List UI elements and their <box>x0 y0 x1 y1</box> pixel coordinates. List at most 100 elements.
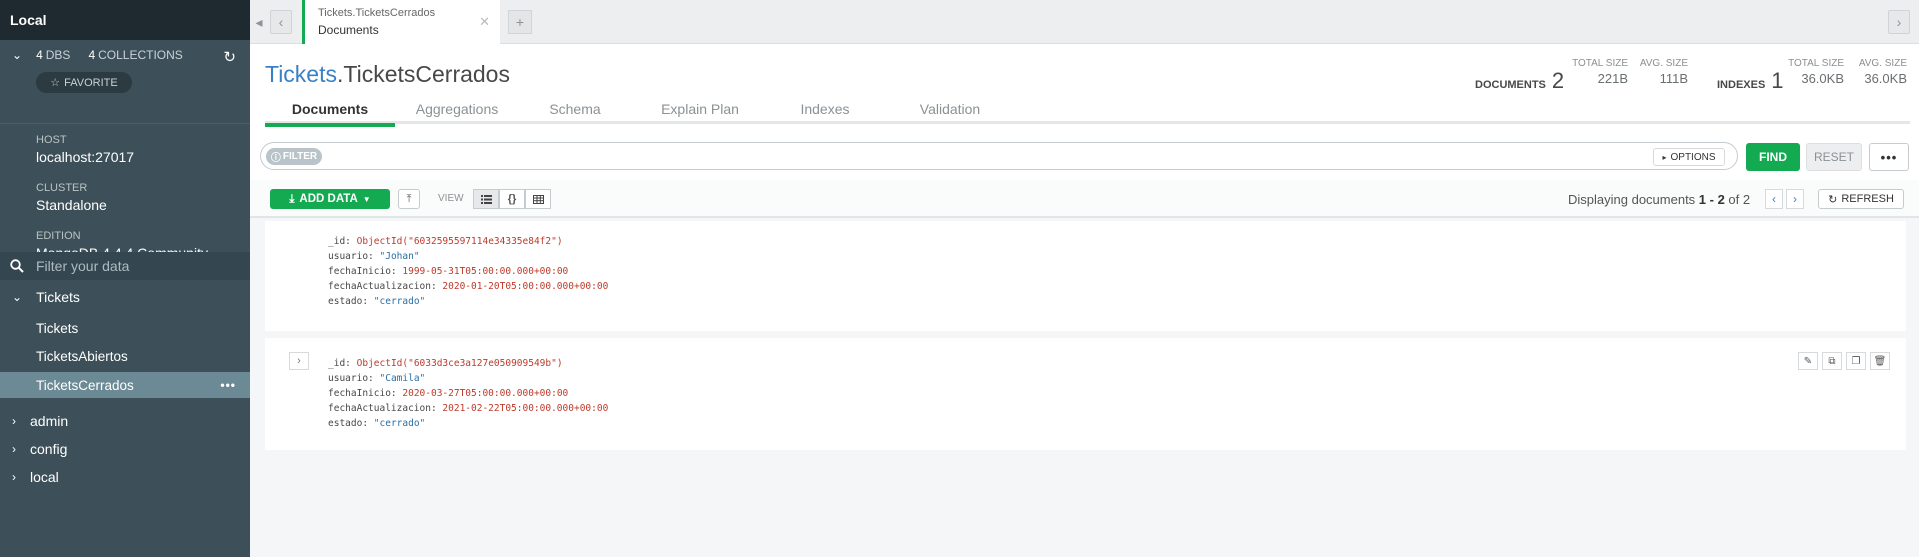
chevron-right-icon: › <box>12 414 16 428</box>
close-icon[interactable]: ✕ <box>479 14 490 30</box>
collection-tabs: Documents Aggregations Schema Explain Pl… <box>265 94 1910 127</box>
db-name: admin <box>30 413 69 429</box>
instance-info: HOST localhost:27017 CLUSTER Standalone … <box>0 124 250 261</box>
document-actions: ✎ ⧉ ❐ 🗑 <box>1798 352 1890 370</box>
sidebar-collection-ticketscerrados[interactable]: TicketsCerrados ••• <box>0 372 250 398</box>
tab-subtitle: Documents <box>318 23 379 37</box>
table-icon <box>532 194 544 204</box>
host-label: HOST <box>36 134 67 146</box>
document-card[interactable]: _id: ObjectId("6032595597114e34335e84f2"… <box>265 221 1906 331</box>
collections-label: COLLECTIONS <box>98 48 183 62</box>
pencil-icon: ✎ <box>1803 355 1813 367</box>
add-data-button[interactable]: ⤓ ADD DATA ▼ <box>270 189 390 209</box>
tab-tickets-ticketscerrados[interactable]: Tickets.TicketsCerrados Documents ✕ <box>302 0 500 44</box>
clone-document-button[interactable]: ❐ <box>1846 352 1866 370</box>
documents-total-size: TOTAL SIZE 221B <box>1572 58 1628 86</box>
more-options-button[interactable]: ••• <box>1869 143 1909 171</box>
sidebar-db-local[interactable]: › local <box>0 465 250 489</box>
sidebar-db-config[interactable]: › config <box>0 437 250 461</box>
chevron-right-icon: › <box>297 355 301 367</box>
chevron-right-icon: › <box>12 470 16 484</box>
next-page-button[interactable]: › <box>1786 189 1804 209</box>
tab-aggregations[interactable]: Aggregations <box>402 94 512 124</box>
indexes-total-size: TOTAL SIZE 36.0KB <box>1788 58 1844 86</box>
document-field: fechaInicio: 1999-05-31T05:00:00.000+00:… <box>328 266 569 277</box>
tab-strip: ◂ ‹ Tickets.TicketsCerrados Documents ✕ … <box>250 0 1919 44</box>
sidebar-collection-tickets[interactable]: Tickets <box>0 315 250 341</box>
tab-scroll-right-button[interactable]: › <box>1888 10 1910 34</box>
tab-schema[interactable]: Schema <box>525 94 625 124</box>
document-field: estado: "cerrado" <box>328 418 426 429</box>
trash-icon: 🗑 <box>1873 355 1887 367</box>
pagination-summary: Displaying documents 1 - 2 of 2 <box>1568 192 1751 207</box>
tab-namespace: Tickets.TicketsCerrados <box>318 7 436 19</box>
filter-input[interactable]: ⓘ FILTER ▸ OPTIONS <box>260 142 1738 170</box>
sidebar-title: Local <box>0 0 250 40</box>
list-view-button[interactable] <box>473 189 499 209</box>
copy-document-button[interactable]: ⧉ <box>1822 352 1842 370</box>
braces-icon: {} <box>507 193 517 205</box>
tab-explain-plan[interactable]: Explain Plan <box>645 94 755 124</box>
star-icon: ☆ <box>50 77 61 89</box>
sidebar-collection-ticketsabiertos[interactable]: TicketsAbiertos <box>0 343 250 369</box>
table-view-button[interactable] <box>525 189 551 209</box>
document-field: estado: "cerrado" <box>328 296 426 307</box>
edition-label: EDITION <box>36 230 81 242</box>
view-label: VIEW <box>438 193 464 204</box>
refresh-icon: ↻ <box>1828 193 1838 206</box>
info-icon: ⓘ <box>270 153 281 164</box>
document-field: _id: ObjectId("6033d3ce3a127e050909549b"… <box>328 358 563 369</box>
dbs-count: 4 <box>36 48 43 62</box>
tab-indexes[interactable]: Indexes <box>775 94 875 124</box>
favorite-button[interactable]: ☆ FAVORITE <box>36 72 132 93</box>
document-field: usuario: "Camila" <box>328 373 426 384</box>
sidebar-db-admin[interactable]: › admin <box>0 409 250 433</box>
cluster-value: Standalone <box>36 197 107 213</box>
caret-right-icon: ▸ <box>1662 152 1667 162</box>
db-link[interactable]: Tickets <box>265 61 337 87</box>
document-field: fechaActualizacion: 2021-02-22T05:00:00.… <box>328 403 609 414</box>
refresh-icon[interactable]: ↻ <box>223 48 236 66</box>
document-field: usuario: "Johan" <box>328 251 420 262</box>
collection-title: .TicketsCerrados <box>337 61 510 87</box>
sidebar-filter[interactable]: Filter your data <box>0 252 250 280</box>
more-options-icon[interactable]: ••• <box>220 378 236 392</box>
tab-validation[interactable]: Validation <box>895 94 1005 124</box>
documents-avg-size: AVG. SIZE 111B <box>1639 58 1688 86</box>
refresh-button[interactable]: ↻ REFRESH <box>1818 189 1904 209</box>
json-view-button[interactable]: {} <box>499 189 525 209</box>
cluster-label: CLUSTER <box>36 182 88 194</box>
page-title: Tickets.TicketsCerrados <box>265 61 510 88</box>
collection-header: Tickets.TicketsCerrados DOCUMENTS 2 TOTA… <box>250 44 1919 130</box>
export-button[interactable]: ⤒ <box>398 189 420 209</box>
options-button[interactable]: ▸ OPTIONS <box>1653 148 1725 166</box>
find-button[interactable]: FIND <box>1746 143 1800 171</box>
collections-count: 4 <box>88 48 96 62</box>
db-name: config <box>30 441 68 457</box>
expand-document-button[interactable]: › <box>289 352 309 370</box>
host-value: localhost:27017 <box>36 149 135 165</box>
documents-toolbar: ⤓ ADD DATA ▼ ⤒ VIEW {} Displaying docume… <box>250 180 1919 218</box>
caret-down-icon: ▼ <box>362 194 371 204</box>
instance-stats: ⌄ 4 DBS 4 COLLECTIONS ↻ ☆ FAVORITE <box>0 40 250 124</box>
document-card[interactable]: › _id: ObjectId("6033d3ce3a127e050909549… <box>265 338 1906 450</box>
documents-stat: DOCUMENTS 2 <box>1475 68 1565 93</box>
copy-icon: ⧉ <box>1828 355 1836 367</box>
indexes-avg-size: AVG. SIZE 36.0KB <box>1858 58 1907 86</box>
sidebar-db-tickets[interactable]: ⌄ Tickets <box>0 285 250 309</box>
tab-documents[interactable]: Documents <box>265 94 395 127</box>
db-name: local <box>30 469 59 485</box>
sidebar: Local ⌄ 4 DBS 4 COLLECTIONS ↻ ☆ FAVORITE… <box>0 0 250 557</box>
chevron-right-icon: › <box>1793 192 1797 206</box>
list-icon <box>480 194 492 204</box>
new-tab-button[interactable]: + <box>508 10 532 34</box>
tab-scroll-left-button[interactable]: ‹ <box>270 10 292 34</box>
edit-document-button[interactable]: ✎ <box>1798 352 1818 370</box>
delete-document-button[interactable]: 🗑 <box>1870 352 1890 370</box>
reset-button[interactable]: RESET <box>1806 143 1862 171</box>
prev-page-button[interactable]: ‹ <box>1765 189 1783 209</box>
document-field: fechaInicio: 2020-03-27T05:00:00.000+00:… <box>328 388 569 399</box>
collapse-sidebar-icon[interactable]: ◂ <box>252 10 266 34</box>
upload-icon: ⤒ <box>406 192 412 205</box>
chevron-down-icon[interactable]: ⌄ <box>12 48 22 62</box>
